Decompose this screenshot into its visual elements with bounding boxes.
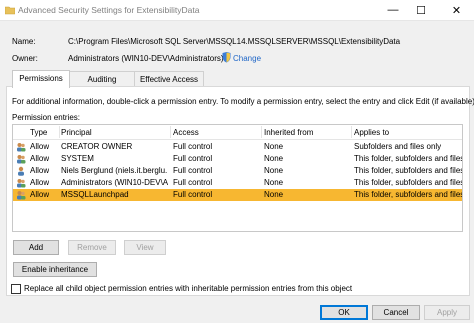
advanced-security-window: Advanced Security Settings for Extensibi… [0, 0, 474, 323]
add-button[interactable]: Add [13, 240, 59, 255]
row-inherited-from: None [264, 190, 284, 199]
table-row[interactable]: Allow Administrators (WIN10-DEV\Ad... Fu… [13, 177, 462, 189]
cancel-button[interactable]: Cancel [372, 305, 420, 320]
table-row-selected[interactable]: Allow MSSQLLaunchpad Full control None T… [13, 189, 462, 201]
users-icon [17, 191, 26, 200]
replace-child-permissions-checkbox[interactable] [11, 284, 21, 294]
column-header-principal[interactable]: Principal [61, 128, 92, 137]
maximize-button[interactable]: ☐ [407, 0, 435, 20]
row-access: Full control [173, 142, 213, 151]
row-type: Allow [30, 178, 50, 187]
row-inherited-from: None [264, 178, 284, 187]
permission-entries-label: Permission entries: [12, 113, 81, 122]
remove-button[interactable]: Remove [68, 240, 116, 255]
owner-value: Administrators (WIN10-DEV\Administrators… [68, 54, 224, 63]
ok-button[interactable]: OK [320, 305, 368, 320]
row-inherited-from: None [264, 166, 284, 175]
row-access: Full control [173, 178, 213, 187]
row-principal: Administrators (WIN10-DEV\Ad... [61, 178, 168, 187]
users-icon [17, 179, 26, 188]
row-type: Allow [30, 166, 50, 175]
users-icon [17, 155, 26, 164]
row-type: Allow [30, 190, 50, 199]
row-access: Full control [173, 190, 213, 199]
column-header-applies-to[interactable]: Applies to [354, 128, 389, 137]
row-applies-to: Subfolders and files only [354, 142, 442, 151]
column-divider[interactable] [59, 126, 60, 138]
title-bar[interactable]: Advanced Security Settings for Extensibi… [0, 0, 474, 21]
row-applies-to: This folder, subfolders and files [354, 178, 463, 187]
row-inherited-from: None [264, 142, 284, 151]
table-header: Type Principal Access Inherited from App… [13, 125, 462, 140]
apply-button[interactable]: Apply [424, 305, 470, 320]
permission-entries-table[interactable]: Type Principal Access Inherited from App… [12, 124, 463, 232]
name-value: C:\Program Files\Microsoft SQL Server\MS… [68, 37, 401, 46]
window-title: Advanced Security Settings for Extensibi… [18, 5, 200, 15]
column-divider[interactable] [261, 126, 262, 138]
row-access: Full control [173, 154, 213, 163]
row-type: Allow [30, 154, 50, 163]
row-access: Full control [173, 166, 213, 175]
user-icon [18, 166, 24, 176]
row-applies-to: This folder, subfolders and files [354, 166, 463, 175]
row-type: Allow [30, 142, 50, 151]
row-applies-to: This folder, subfolders and files [354, 190, 463, 199]
row-principal: Niels Berglund (niels.it.berglu... [61, 166, 168, 175]
tab-effective-access[interactable]: Effective Access [134, 71, 204, 87]
table-row[interactable]: Allow CREATOR OWNER Full control None Su… [13, 141, 462, 153]
name-label: Name: [12, 37, 36, 46]
uac-shield-icon [222, 52, 231, 63]
tab-auditing[interactable]: Auditing [69, 71, 135, 87]
view-button[interactable]: View [124, 240, 166, 255]
table-row[interactable]: Allow Niels Berglund (niels.it.berglu...… [13, 165, 462, 177]
change-owner-link[interactable]: Change [233, 54, 261, 63]
tab-permissions[interactable]: Permissions [12, 70, 70, 88]
column-header-inherited-from[interactable]: Inherited from [264, 128, 313, 137]
minimize-button[interactable]: — [379, 0, 407, 20]
row-applies-to: This folder, subfolders and files [354, 154, 463, 163]
column-divider[interactable] [351, 126, 352, 138]
users-icon [17, 143, 26, 152]
owner-label: Owner: [12, 54, 38, 63]
row-principal: MSSQLLaunchpad [61, 190, 129, 199]
table-row[interactable]: Allow SYSTEM Full control None This fold… [13, 153, 462, 165]
row-principal: CREATOR OWNER [61, 142, 133, 151]
enable-inheritance-button[interactable]: Enable inheritance [13, 262, 97, 277]
folder-icon [5, 6, 15, 15]
info-text: For additional information, double-click… [12, 97, 474, 106]
row-principal: SYSTEM [61, 154, 94, 163]
close-button[interactable]: ✕ [439, 0, 474, 20]
column-header-access[interactable]: Access [173, 128, 199, 137]
column-header-type[interactable]: Type [30, 128, 47, 137]
row-inherited-from: None [264, 154, 284, 163]
column-divider[interactable] [170, 126, 171, 138]
replace-child-permissions-label: Replace all child object permission entr… [24, 284, 353, 293]
